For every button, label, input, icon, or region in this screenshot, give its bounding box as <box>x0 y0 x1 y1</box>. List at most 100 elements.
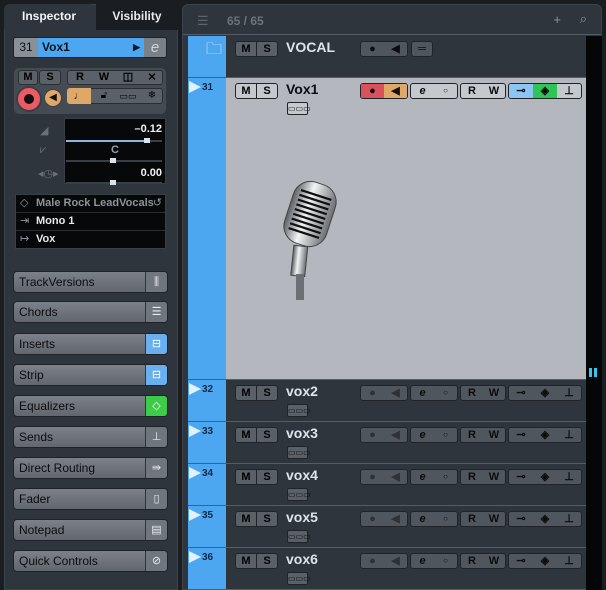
monitor-button[interactable]: ◀ <box>44 89 62 107</box>
track-name[interactable]: vox2 <box>286 383 318 399</box>
section-sends[interactable]: Sends ⊥ <box>13 426 168 448</box>
folder-monitor-icon[interactable]: ◀ <box>384 42 407 56</box>
monitor-icon[interactable]: ◀ <box>384 470 407 484</box>
monitor-icon[interactable]: ◀ <box>384 512 407 526</box>
record-enable-icon[interactable]: ● <box>361 84 384 98</box>
solo-button[interactable]: S <box>257 386 277 400</box>
inserts-bypass-icon[interactable]: ⊸ <box>509 428 533 442</box>
section-direct-routing[interactable]: Direct Routing ⇛ <box>13 457 168 479</box>
section-notepad[interactable]: Notepad ▤ <box>13 519 168 541</box>
input-routing[interactable]: ⇥ Mono 1 <box>16 213 165 231</box>
lanes-display-icon[interactable]: ▭▭ <box>116 88 140 104</box>
volume-slider-handle[interactable] <box>143 138 150 143</box>
folder-record-icon[interactable]: ● <box>361 42 384 56</box>
write-automation-button[interactable]: W <box>483 84 505 98</box>
sends-icon[interactable]: ⊥ <box>145 427 167 447</box>
track-name[interactable]: vox4 <box>286 467 318 483</box>
edit-channel-icon[interactable]: e <box>411 84 434 98</box>
read-automation-button[interactable]: R <box>461 428 483 442</box>
track-name-field[interactable]: 31 Vox1 ▶ e <box>13 37 167 58</box>
track-row[interactable]: 35 MS vox5 ▭▭▭ ● ◀ e ○ RW ⊸ ◈ ⊥ <box>188 506 586 548</box>
mute-button[interactable]: M <box>236 470 257 484</box>
track-name[interactable]: vox6 <box>286 551 318 567</box>
lanes-button[interactable]: ▭▭▭ <box>287 404 311 417</box>
sends-bypass-icon[interactable]: ⊥ <box>557 386 581 400</box>
track-expand-icon[interactable] <box>189 467 201 479</box>
edit-channel-button[interactable]: e <box>144 38 166 57</box>
pan-value[interactable]: C <box>111 144 119 156</box>
section-quick-controls[interactable]: Quick Controls ⊘ <box>13 550 168 572</box>
search-icon[interactable]: ⌕ <box>580 11 587 27</box>
eq-bypass-icon[interactable]: ◈ <box>533 512 557 526</box>
section-chords[interactable]: Chords ☰ <box>13 301 168 323</box>
write-automation-button[interactable]: W <box>483 512 505 526</box>
folder-solo-button[interactable]: S <box>257 42 277 56</box>
instrument-icon[interactable]: ○ <box>434 428 457 442</box>
tab-visibility[interactable]: Visibility <box>96 4 178 30</box>
solo-button[interactable]: S <box>257 512 277 526</box>
track-row[interactable]: 32 MS vox2 ▭▭▭ ● ◀ e ○ RW ⊸ ◈ ⊥ <box>188 380 586 422</box>
mute-button[interactable]: M <box>18 70 38 85</box>
record-enable-icon[interactable]: ● <box>361 386 384 400</box>
track-expand-icon[interactable] <box>189 383 201 395</box>
track-name[interactable]: vox5 <box>286 509 318 525</box>
write-automation-button[interactable]: W <box>92 70 116 85</box>
section-trackversions[interactable]: TrackVersions ⫼ <box>13 271 168 293</box>
eq-bypass-icon[interactable]: ◈ <box>533 554 557 568</box>
mute-button[interactable]: M <box>236 84 257 98</box>
mute-button[interactable]: M <box>236 554 257 568</box>
direct-routing-icon[interactable]: ⇛ <box>145 458 167 478</box>
read-automation-button[interactable]: R <box>68 70 92 85</box>
write-automation-button[interactable]: W <box>483 554 505 568</box>
solo-button[interactable]: S <box>257 84 277 98</box>
mute-button[interactable]: M <box>236 428 257 442</box>
lanes-button[interactable]: ▭▭▭ <box>287 572 311 585</box>
musical-timebase-icon[interactable]: ♩ <box>67 88 91 104</box>
eq-bypass-icon[interactable]: ◈ <box>533 386 557 400</box>
track-list-icon[interactable]: ☰ <box>197 13 209 29</box>
lanes-button[interactable]: ▭▭▭ <box>287 446 311 459</box>
track-expand-icon[interactable] <box>189 509 201 521</box>
folder-mute-button[interactable]: M <box>236 42 257 56</box>
instrument-icon[interactable]: ○ <box>434 386 457 400</box>
inserts-bypass-icon[interactable]: ⊸ <box>509 386 533 400</box>
track-row[interactable]: 31 MS Vox1 ▭▭▭ ● ◀ e ○ RW ⊸ ◈ ⊥ <box>188 78 586 380</box>
mute-button[interactable]: M <box>236 512 257 526</box>
section-fader[interactable]: Fader ▯ <box>13 488 168 510</box>
instrument-icon[interactable]: ○ <box>434 470 457 484</box>
solo-button[interactable]: S <box>257 554 277 568</box>
strip-icon[interactable]: ⊟ <box>145 365 167 385</box>
sends-bypass-icon[interactable]: ⊥ <box>557 554 581 568</box>
folder-track[interactable]: 🗀 MS VOCAL ● ◀ ═ <box>188 36 586 78</box>
reload-icon[interactable]: ↺ <box>153 195 162 212</box>
track-versions-icon[interactable]: ⫼ <box>145 272 167 292</box>
eq-bypass-icon[interactable]: ◈ <box>533 470 557 484</box>
fader-icon[interactable]: ▯ <box>145 489 167 509</box>
eq-bypass-icon[interactable]: ◈ <box>533 84 557 98</box>
record-enable-icon[interactable]: ● <box>361 554 384 568</box>
chords-icon[interactable]: ☰ <box>145 302 167 322</box>
volume-value[interactable]: –0.12 <box>134 123 162 135</box>
mute-button[interactable]: M <box>236 386 257 400</box>
freeze-icon[interactable]: ❄ <box>140 88 164 104</box>
solo-button[interactable]: S <box>257 470 277 484</box>
section-strip[interactable]: Strip ⊟ <box>13 364 168 386</box>
read-automation-button[interactable]: R <box>461 470 483 484</box>
inserts-bypass-icon[interactable]: ⊸ <box>509 84 533 98</box>
section-inserts[interactable]: Inserts ⊟ <box>13 333 168 355</box>
lanes-icon[interactable]: ◫ <box>116 70 140 85</box>
edit-channel-icon[interactable]: e <box>411 386 434 400</box>
track-row[interactable]: 33 MS vox3 ▭▭▭ ● ◀ e ○ RW ⊸ ◈ ⊥ <box>188 422 586 464</box>
solo-button[interactable]: S <box>257 428 277 442</box>
inserts-bypass-icon[interactable]: ⊸ <box>509 512 533 526</box>
read-automation-button[interactable]: R <box>461 512 483 526</box>
tab-inspector[interactable]: Inspector <box>4 4 94 30</box>
write-automation-button[interactable]: W <box>483 428 505 442</box>
inserts-icon[interactable]: ⊟ <box>145 334 167 354</box>
delay-value[interactable]: 0.00 <box>141 167 162 179</box>
sends-bypass-icon[interactable]: ⊥ <box>557 470 581 484</box>
edit-channel-icon[interactable]: e <box>411 470 434 484</box>
edit-channel-icon[interactable]: e <box>411 428 434 442</box>
section-equalizers[interactable]: Equalizers ◇ <box>13 395 168 417</box>
track-expand-icon[interactable] <box>189 425 201 437</box>
